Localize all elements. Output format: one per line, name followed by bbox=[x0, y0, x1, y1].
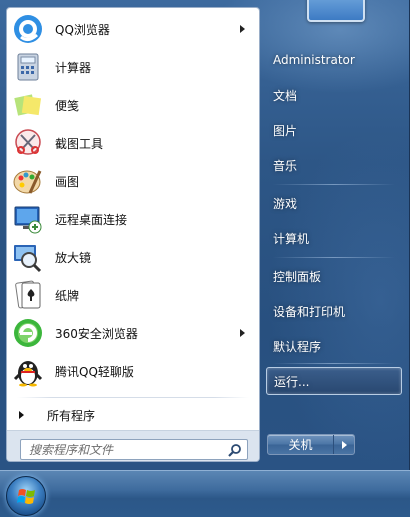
shutdown-button-group: 关机 bbox=[267, 434, 355, 455]
program-label: 便笺 bbox=[55, 98, 80, 113]
divider bbox=[273, 184, 395, 185]
computer-link[interactable]: 计算机 bbox=[266, 224, 402, 252]
program-360-browser[interactable]: 360安全浏览器 bbox=[7, 314, 259, 352]
pinned-programs-list: QQ浏览器 计算器 便笺 截图工具 画图 远程桌面连接 放大镜 纸牌 360安全… bbox=[7, 10, 259, 390]
default-programs-link[interactable]: 默认程序 bbox=[266, 332, 402, 360]
program-label: 360安全浏览器 bbox=[55, 326, 138, 341]
snipping-tool-icon bbox=[12, 127, 44, 159]
qq-penguin-icon bbox=[12, 355, 44, 387]
program-label: QQ浏览器 bbox=[55, 22, 110, 37]
control-panel-link[interactable]: 控制面板 bbox=[266, 262, 402, 290]
qq-browser-icon bbox=[12, 13, 44, 45]
divider bbox=[273, 257, 395, 258]
run-link[interactable]: 运行... bbox=[266, 367, 402, 395]
music-link[interactable]: 音乐 bbox=[266, 151, 402, 179]
remote-desktop-icon bbox=[12, 203, 44, 235]
program-label: 放大镜 bbox=[55, 250, 92, 265]
divider bbox=[273, 363, 395, 364]
programs-panel: QQ浏览器 计算器 便笺 截图工具 画图 远程桌面连接 放大镜 纸牌 360安全… bbox=[6, 7, 260, 462]
program-magnifier[interactable]: 放大镜 bbox=[7, 238, 259, 276]
search-input[interactable] bbox=[21, 442, 221, 457]
shutdown-options-arrow-icon[interactable] bbox=[334, 435, 354, 454]
paint-icon bbox=[12, 165, 44, 197]
submenu-arrow-icon[interactable] bbox=[240, 329, 245, 337]
documents-link[interactable]: 文档 bbox=[266, 81, 402, 109]
search-box[interactable] bbox=[20, 439, 248, 460]
program-remote-desktop[interactable]: 远程桌面连接 bbox=[7, 200, 259, 238]
shutdown-button[interactable]: 关机 bbox=[268, 435, 334, 454]
expand-arrow-icon bbox=[19, 411, 24, 419]
search-area bbox=[7, 430, 259, 461]
all-programs-label: 所有程序 bbox=[47, 408, 96, 423]
places-panel: Administrator 文档 图片 音乐 游戏 计算机 控制面板 设备和打印… bbox=[263, 0, 409, 470]
pictures-link[interactable]: 图片 bbox=[266, 116, 402, 144]
program-qq-browser[interactable]: QQ浏览器 bbox=[7, 10, 259, 48]
program-label: 画图 bbox=[55, 174, 80, 189]
windows-logo-icon bbox=[17, 489, 35, 504]
magnifier-icon bbox=[12, 241, 44, 273]
program-label: 腾讯QQ轻聊版 bbox=[55, 364, 134, 379]
solitaire-icon bbox=[12, 279, 44, 311]
program-label: 截图工具 bbox=[55, 136, 104, 151]
program-paint[interactable]: 画图 bbox=[7, 162, 259, 200]
program-qq-lite[interactable]: 腾讯QQ轻聊版 bbox=[7, 352, 259, 390]
program-label: 远程桌面连接 bbox=[55, 212, 128, 227]
all-programs-button[interactable]: 所有程序 bbox=[7, 403, 259, 427]
program-sticky-notes[interactable]: 便笺 bbox=[7, 86, 259, 124]
start-button[interactable] bbox=[6, 476, 46, 516]
start-menu: QQ浏览器 计算器 便笺 截图工具 画图 远程桌面连接 放大镜 纸牌 360安全… bbox=[0, 0, 410, 470]
devices-printers-link[interactable]: 设备和打印机 bbox=[266, 297, 402, 325]
search-icon[interactable] bbox=[228, 443, 242, 457]
program-solitaire[interactable]: 纸牌 bbox=[7, 276, 259, 314]
program-snipping-tool[interactable]: 截图工具 bbox=[7, 124, 259, 162]
360-browser-icon bbox=[12, 317, 44, 349]
user-picture[interactable] bbox=[307, 0, 365, 22]
divider bbox=[17, 397, 249, 398]
calculator-icon bbox=[12, 51, 44, 83]
user-folder-link[interactable]: Administrator bbox=[266, 46, 402, 74]
program-label: 计算器 bbox=[55, 60, 92, 75]
taskbar bbox=[0, 470, 410, 517]
sticky-notes-icon bbox=[12, 89, 44, 121]
games-link[interactable]: 游戏 bbox=[266, 189, 402, 217]
program-calculator[interactable]: 计算器 bbox=[7, 48, 259, 86]
submenu-arrow-icon[interactable] bbox=[240, 25, 245, 33]
program-label: 纸牌 bbox=[55, 288, 80, 303]
